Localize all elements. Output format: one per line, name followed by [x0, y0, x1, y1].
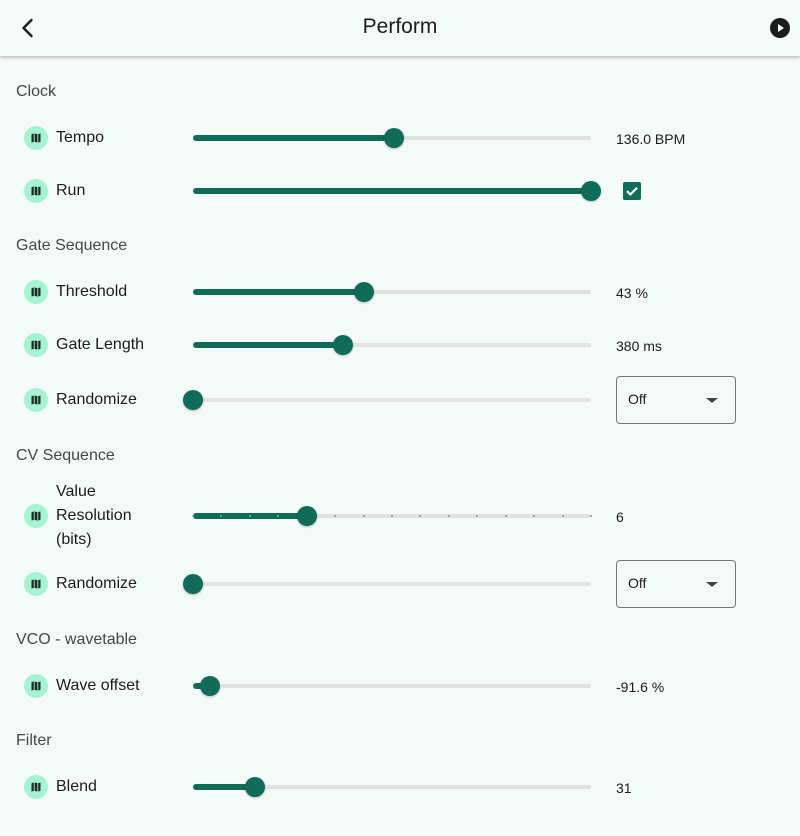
slider-tick [476, 515, 478, 517]
blend-slider[interactable] [193, 776, 591, 798]
section-title-gate-sequence: Gate Sequence [16, 237, 128, 254]
value-resolution-slider[interactable] [192, 505, 592, 527]
gate-length-slider[interactable] [193, 334, 591, 356]
param-value: 43 % [616, 285, 648, 301]
slider-tick [562, 515, 564, 517]
dropdown-value: Off [628, 391, 647, 407]
map-icon[interactable] [24, 333, 48, 357]
param-label: Blend [56, 778, 97, 795]
map-icon[interactable] [24, 280, 48, 304]
slider-thumb[interactable] [183, 574, 203, 594]
param-label: Threshold [56, 283, 128, 300]
tempo-slider[interactable] [193, 127, 591, 149]
dropdown-arrow-icon [706, 582, 718, 587]
cv-randomize-slider[interactable] [183, 573, 591, 595]
slider-tick [448, 515, 450, 517]
slider-tick [533, 515, 535, 517]
play-circle-icon [770, 18, 790, 38]
dropdown-value: Off [628, 575, 647, 591]
slider-thumb[interactable] [245, 777, 265, 797]
param-label: Run [56, 182, 86, 199]
slider-tick [249, 515, 251, 517]
slider-thumb[interactable] [200, 676, 220, 696]
page-title: Perform [362, 15, 438, 38]
section-title-cv-sequence: CV Sequence [16, 447, 115, 464]
param-label: Value Resolution (bits) [56, 483, 132, 548]
param-label: Randomize [56, 575, 137, 592]
slider-thumb[interactable] [297, 506, 317, 526]
slider-thumb[interactable] [384, 128, 404, 148]
section-title-filter: Filter [16, 732, 52, 749]
app-bar: Perform [0, 0, 800, 56]
run-checkbox[interactable] [623, 182, 641, 200]
param-value: 6 [616, 509, 624, 525]
param-label: Gate Length [56, 336, 145, 353]
slider-active-track [193, 135, 394, 141]
map-icon[interactable] [24, 126, 48, 150]
slider-active-track [193, 289, 364, 295]
gate-randomize-slider[interactable] [183, 389, 591, 411]
slider-thumb[interactable] [581, 181, 601, 201]
slider-thumb[interactable] [183, 390, 203, 410]
slider-track [193, 684, 591, 688]
slider-tick [220, 515, 222, 517]
section-title-clock: Clock [16, 83, 57, 100]
slider-active-track [193, 188, 591, 194]
map-icon[interactable] [24, 504, 48, 528]
threshold-slider[interactable] [193, 281, 591, 303]
param-label: Tempo [56, 129, 105, 146]
map-icon[interactable] [24, 179, 48, 203]
slider-tick [590, 515, 592, 517]
gate-randomize-dropdown[interactable]: Off [616, 376, 736, 424]
param-value: 31 [616, 780, 632, 796]
param-label: Wave offset [56, 677, 140, 694]
run-slider[interactable] [193, 180, 601, 202]
map-icon[interactable] [24, 775, 48, 799]
slider-thumb[interactable] [333, 335, 353, 355]
param-value: 380 ms [616, 338, 662, 354]
slider-tick [363, 515, 365, 517]
check-icon [626, 187, 638, 197]
slider-thumb[interactable] [354, 282, 374, 302]
section-title-vco-wavetable: VCO - wavetable [16, 631, 137, 648]
slider-tick [277, 515, 279, 517]
slider-tick [334, 515, 336, 517]
param-value: -91.6 % [616, 679, 665, 695]
slider-track [193, 582, 591, 586]
slider-track [193, 398, 591, 402]
play-button[interactable] [770, 18, 790, 38]
param-label: Randomize [56, 391, 137, 408]
slider-tick [391, 515, 393, 517]
param-value: 136.0 BPM [616, 131, 686, 147]
slider-active-track [193, 342, 343, 348]
cv-randomize-dropdown[interactable]: Off [616, 560, 736, 608]
slider-tick [505, 515, 507, 517]
map-icon[interactable] [24, 572, 48, 596]
slider-tick [192, 515, 194, 517]
map-icon[interactable] [24, 388, 48, 412]
map-icon[interactable] [24, 674, 48, 698]
dropdown-arrow-icon [706, 398, 718, 403]
wave-offset-slider[interactable] [193, 675, 591, 697]
slider-tick [419, 515, 421, 517]
